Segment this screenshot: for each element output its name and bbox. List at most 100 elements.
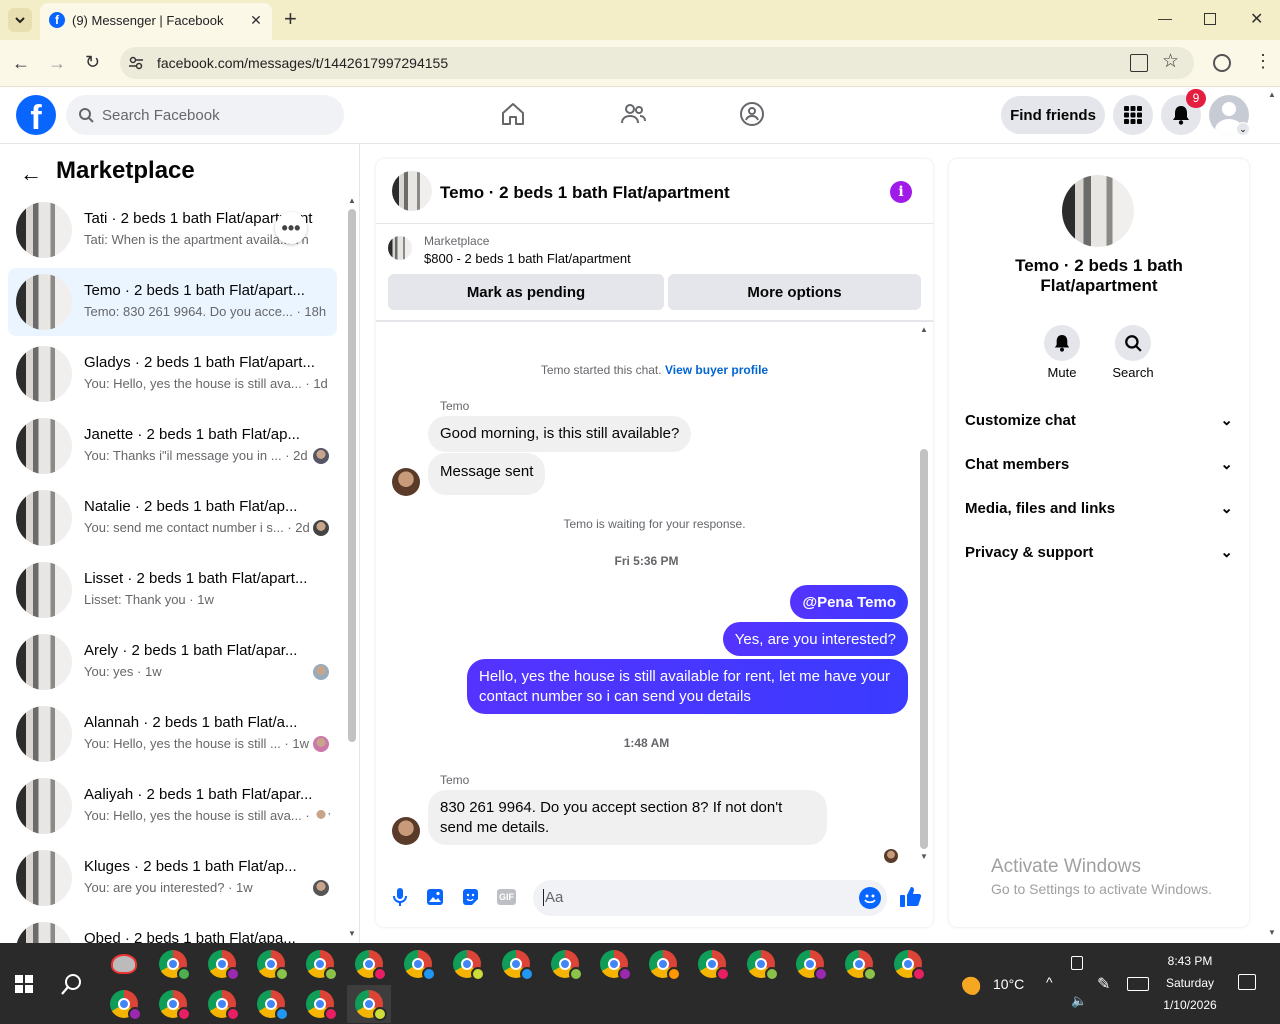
conversation-item[interactable]: Natalie · 2 beds 1 bath Flat/ap... You: s… <box>8 484 337 552</box>
sticker-icon[interactable] <box>461 888 479 906</box>
conversation-item[interactable]: Aaliyah · 2 beds 1 bath Flat/apar... You:… <box>8 772 337 840</box>
media-files-links-section[interactable]: Media, files and links ⌄ <box>965 494 1233 522</box>
conversation-item[interactable]: Gladys · 2 beds 1 bath Flat/apart... You:… <box>8 340 337 408</box>
chrome-taskbar-icon[interactable] <box>347 985 391 1023</box>
clock-date[interactable]: 1/10/2026 <box>1158 998 1222 1012</box>
listing-avatar[interactable] <box>16 850 72 906</box>
listing-avatar[interactable] <box>16 778 72 834</box>
conversation-item[interactable]: Kluges · 2 beds 1 bath Flat/ap... You: ar… <box>8 844 337 912</box>
menu-dots-icon[interactable]: ⋮ <box>1254 52 1272 70</box>
chrome-taskbar-icon[interactable] <box>445 945 489 983</box>
conversation-options-button[interactable]: ••• <box>275 212 307 244</box>
chrome-taskbar-icon[interactable] <box>837 945 881 983</box>
chrome-taskbar-icon[interactable] <box>347 945 391 983</box>
scroll-up-arrow[interactable]: ▲ <box>920 325 928 334</box>
pen-icon[interactable]: ✎ <box>1097 974 1110 994</box>
more-options-button[interactable]: More options <box>668 274 921 310</box>
groups-icon[interactable] <box>739 101 765 127</box>
minimize-button[interactable]: — <box>1158 10 1172 30</box>
listing-avatar[interactable] <box>16 634 72 690</box>
chrome-taskbar-icon[interactable] <box>151 985 195 1023</box>
view-buyer-profile-link[interactable]: View buyer profile <box>665 363 768 377</box>
chrome-taskbar-icon[interactable] <box>396 945 440 983</box>
chrome-taskbar-icon[interactable] <box>200 985 244 1023</box>
tab-search-button[interactable] <box>8 8 32 32</box>
conversation-item[interactable]: Obed · 2 beds 1 bath Flat/apa... <box>8 916 337 943</box>
conversation-item[interactable]: Arely · 2 beds 1 bath Flat/apar... You: y… <box>8 628 337 696</box>
photo-icon[interactable] <box>426 888 444 906</box>
notification-center-icon[interactable] <box>1238 974 1256 990</box>
weather-icon[interactable] <box>962 973 984 995</box>
customize-chat-section[interactable]: Customize chat ⌄ <box>965 406 1233 434</box>
page-scroll-up-arrow[interactable]: ▲ <box>1268 90 1276 99</box>
facebook-logo-icon[interactable]: f <box>16 95 56 135</box>
conversation-item[interactable]: Alannah · 2 beds 1 bath Flat/a... You: He… <box>8 700 337 768</box>
chrome-taskbar-icon[interactable] <box>298 945 342 983</box>
back-button[interactable]: ← <box>12 53 30 74</box>
listing-avatar[interactable] <box>16 418 72 474</box>
gif-icon[interactable]: GIF <box>497 889 516 905</box>
listing-thumbnail[interactable] <box>388 236 412 260</box>
chevron-up-icon[interactable]: ^ <box>1046 974 1053 990</box>
chrome-taskbar-icon[interactable] <box>788 945 832 983</box>
reload-button[interactable]: ↻ <box>85 52 100 73</box>
chrome-taskbar-icon[interactable] <box>102 985 146 1023</box>
chrome-taskbar-icon[interactable] <box>494 945 538 983</box>
sender-avatar[interactable] <box>392 817 420 845</box>
site-info-icon[interactable] <box>128 55 144 71</box>
chrome-taskbar-icon[interactable] <box>298 985 342 1023</box>
restore-button[interactable] <box>1204 13 1216 25</box>
scroll-down-arrow[interactable]: ▼ <box>920 852 928 861</box>
sender-avatar[interactable] <box>392 468 420 496</box>
mute-button[interactable] <box>1044 325 1080 361</box>
chrome-taskbar-icon[interactable] <box>151 945 195 983</box>
conversation-item[interactable]: Lisset · 2 beds 1 bath Flat/apart... Liss… <box>8 556 337 624</box>
close-tab-icon[interactable]: ✕ <box>248 12 264 28</box>
outgoing-message[interactable]: @Pena Temo <box>790 585 908 619</box>
incoming-message[interactable]: 830 261 9964. Do you accept section 8? I… <box>428 790 827 845</box>
meet-now-icon[interactable] <box>1071 956 1083 970</box>
clock-day[interactable]: Saturday <box>1158 976 1222 990</box>
listing-avatar[interactable] <box>16 346 72 402</box>
outgoing-message[interactable]: Hello, yes the house is still available … <box>467 659 908 714</box>
thumbs-up-icon[interactable] <box>899 885 923 909</box>
message-composer[interactable]: Aa <box>533 880 887 916</box>
listing-avatar[interactable] <box>16 562 72 618</box>
outgoing-message[interactable]: Yes, are you interested? <box>722 622 908 656</box>
browser-tab[interactable]: f (9) Messenger | Facebook ✕ <box>40 3 272 40</box>
account-chevron-icon[interactable]: ⌄ <box>1236 122 1250 136</box>
install-app-icon[interactable] <box>1130 54 1148 72</box>
chrome-taskbar-icon[interactable] <box>249 945 293 983</box>
close-window-button[interactable]: ✕ <box>1250 9 1263 29</box>
chrome-taskbar-icon[interactable] <box>641 945 685 983</box>
taskbar-app-icon[interactable] <box>102 945 146 983</box>
friends-icon[interactable] <box>620 101 646 127</box>
taskbar-search-icon[interactable] <box>60 972 84 996</box>
omnibox[interactable]: facebook.com/messages/t/1442617997294155… <box>120 47 1194 79</box>
search-conversation-button[interactable] <box>1115 325 1151 361</box>
chrome-taskbar-icon[interactable] <box>249 985 293 1023</box>
conversation-item[interactable]: Temo · 2 beds 1 bath Flat/apart... Temo: … <box>8 268 337 336</box>
volume-icon[interactable]: 🔈 <box>1071 993 1087 1009</box>
incoming-message[interactable]: Good morning, is this still available? <box>428 416 692 452</box>
info-avatar[interactable] <box>1062 175 1134 247</box>
page-scroll-down-arrow[interactable]: ▼ <box>1268 928 1276 937</box>
sidebar-scrollbar-thumb[interactable] <box>348 209 356 742</box>
new-tab-button[interactable]: + <box>284 8 300 32</box>
chat-scrollbar-thumb[interactable] <box>920 449 928 849</box>
listing-avatar[interactable] <box>16 706 72 762</box>
chrome-taskbar-icon[interactable] <box>739 945 783 983</box>
profile-icon[interactable] <box>1213 54 1231 72</box>
info-icon[interactable]: i <box>890 181 912 203</box>
chat-header-avatar[interactable] <box>392 171 432 211</box>
search-input[interactable]: Search Facebook <box>66 95 344 135</box>
chrome-taskbar-icon[interactable] <box>543 945 587 983</box>
privacy-support-section[interactable]: Privacy & support ⌄ <box>965 538 1233 566</box>
chat-title[interactable]: Temo · 2 beds 1 bath Flat/apartment <box>440 183 730 203</box>
url-text[interactable]: facebook.com/messages/t/1442617997294155 <box>157 55 448 71</box>
menu-button[interactable] <box>1113 95 1153 135</box>
chrome-taskbar-icon[interactable] <box>690 945 734 983</box>
back-arrow-icon[interactable]: ← <box>20 161 42 187</box>
listing-avatar[interactable] <box>16 922 72 943</box>
scroll-down-arrow[interactable]: ▼ <box>348 929 356 938</box>
